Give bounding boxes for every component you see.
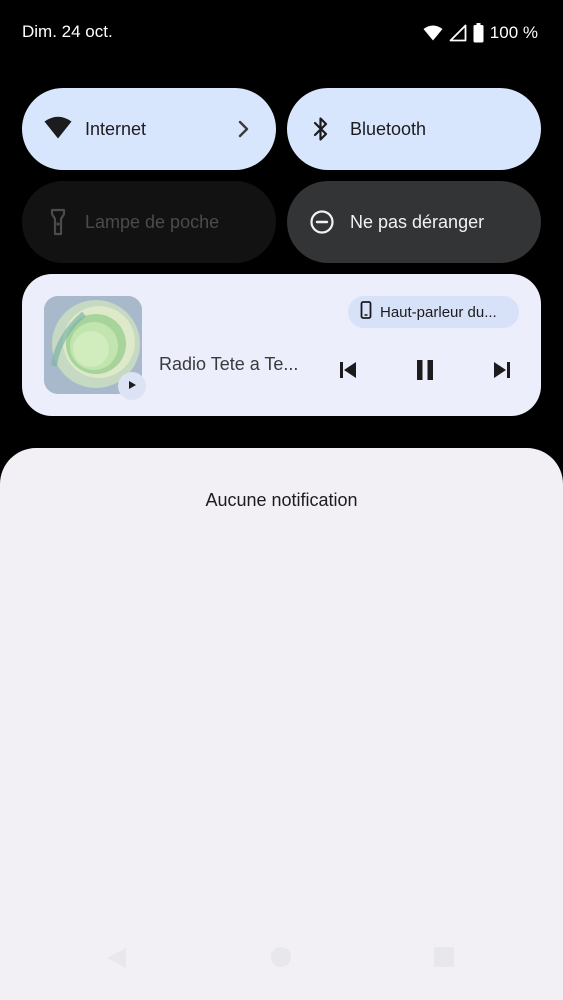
play-badge: [118, 372, 146, 400]
status-bar: Dim. 24 oct. 100 %: [0, 0, 563, 66]
flashlight-icon: [48, 208, 68, 236]
media-output-label: Haut-parleur du...: [380, 303, 497, 321]
navigation-bar: [0, 930, 563, 1000]
tile-label: Bluetooth: [350, 119, 427, 139]
status-date: Dim. 24 oct.: [22, 22, 113, 41]
tile-bluetooth[interactable]: Bluetooth: [287, 88, 541, 170]
battery-percent: 100 %: [489, 23, 538, 42]
previous-icon: [338, 360, 358, 385]
home-icon: [270, 946, 292, 973]
back-button[interactable]: [104, 946, 128, 975]
tile-flashlight[interactable]: Lampe de poche: [22, 181, 276, 263]
tile-label: Internet: [85, 119, 147, 139]
status-icons: 100 %: [423, 20, 538, 46]
recents-button[interactable]: [433, 946, 455, 973]
tile-internet[interactable]: Internet: [22, 88, 276, 170]
next-button[interactable]: [484, 354, 520, 390]
pause-button[interactable]: [407, 354, 443, 390]
tile-do-not-disturb[interactable]: Ne pas déranger: [287, 181, 541, 263]
phone-icon: [360, 301, 372, 323]
wifi-icon: [44, 116, 72, 140]
next-icon: [492, 360, 512, 385]
home-button[interactable]: [270, 946, 292, 973]
recents-icon: [433, 946, 455, 973]
chevron-right-icon: [236, 119, 252, 139]
back-icon: [104, 946, 128, 975]
media-output-chip[interactable]: Haut-parleur du...: [348, 296, 519, 328]
tile-label: Ne pas déranger: [350, 212, 485, 232]
media-title: Radio Tete a Te...: [159, 354, 299, 374]
previous-button[interactable]: [330, 354, 366, 390]
notification-panel: Aucune notification: [0, 448, 563, 1000]
battery-icon: [473, 23, 484, 43]
pause-icon: [415, 359, 435, 386]
media-player-card[interactable]: Haut-parleur du... Radio Tete a Te...: [22, 274, 541, 416]
no-notifications-text: Aucune notification: [205, 490, 358, 510]
bluetooth-icon: [311, 116, 331, 142]
cell-signal-icon: [449, 24, 467, 42]
wifi-icon: [423, 25, 443, 41]
tile-label: Lampe de poche: [85, 212, 220, 232]
play-icon: [127, 377, 137, 395]
do-not-disturb-icon: [310, 210, 334, 234]
